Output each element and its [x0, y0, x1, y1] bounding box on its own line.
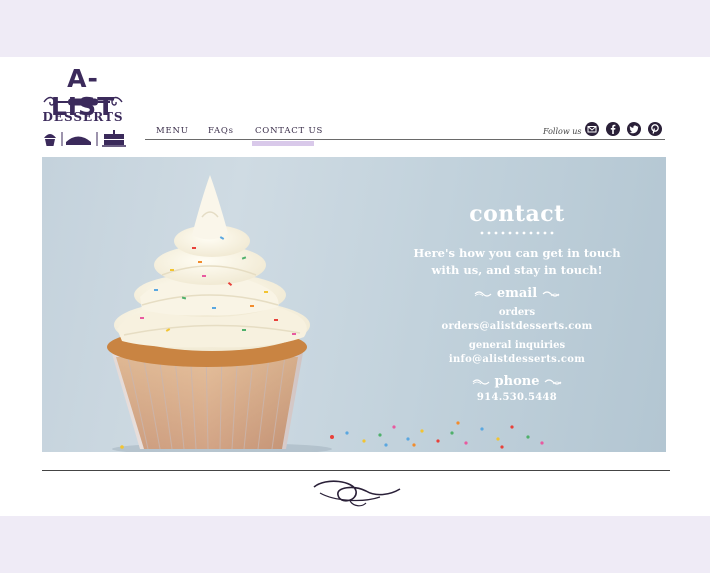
layer-cake-icon — [102, 130, 126, 147]
contact-intro: Here's how you can get in touch with us,… — [412, 245, 622, 279]
phone-heading-label: phone — [494, 374, 540, 389]
pinterest-icon[interactable] — [648, 122, 662, 136]
phone-number-link[interactable]: 914.530.5448 — [412, 392, 622, 403]
logo-dessert-icons — [44, 130, 126, 147]
email-heading: email — [412, 286, 622, 301]
cupcake-icon — [44, 134, 56, 146]
email-icon[interactable] — [585, 122, 599, 136]
nav-contact-us[interactable]: CONTACT US — [255, 126, 323, 136]
rolling-pin-divider — [43, 96, 123, 106]
flourish-right-icon — [542, 290, 560, 297]
pie-icon — [66, 136, 91, 145]
orders-email-link[interactable]: orders@alistdesserts.com — [412, 321, 622, 332]
twitter-icon[interactable] — [627, 122, 641, 136]
logo[interactable]: A-LIST DESSERTS — [42, 65, 130, 147]
facebook-icon[interactable] — [606, 122, 620, 136]
nav-divider — [145, 139, 665, 140]
logo-subtitle: DESSERTS — [42, 110, 124, 124]
nav-menu[interactable]: MENU — [156, 126, 189, 136]
email-heading-label: email — [496, 286, 538, 301]
contact-title: contact — [469, 201, 565, 227]
contact-intro-line1: Here's how you can get in touch — [413, 246, 621, 260]
nav-faqs[interactable]: FAQs — [208, 126, 234, 136]
footer-divider — [42, 470, 670, 471]
orders-label: orders — [498, 307, 536, 318]
flourish-left-icon — [472, 378, 490, 385]
info-email-link[interactable]: info@alistdesserts.com — [412, 354, 622, 365]
phone-heading: phone — [412, 374, 622, 389]
contact-intro-line2: with us, and stay in touch! — [431, 263, 603, 277]
nav-active-indicator — [252, 141, 314, 146]
footer-flourish-ornament — [313, 480, 401, 507]
contact-panel: contact Here's how you can get in touch … — [412, 157, 622, 452]
dotted-divider — [480, 231, 554, 235]
general-inquiries-label: general inquiries — [468, 340, 566, 351]
page: A-LIST DESSERTS MENU FAQs CONTACT US Fol… — [0, 57, 710, 516]
hero-banner: contact Here's how you can get in touch … — [42, 157, 666, 452]
follow-us-label: Follow us — [543, 127, 582, 136]
flourish-left-icon — [474, 290, 492, 297]
flourish-right-icon — [544, 378, 562, 385]
